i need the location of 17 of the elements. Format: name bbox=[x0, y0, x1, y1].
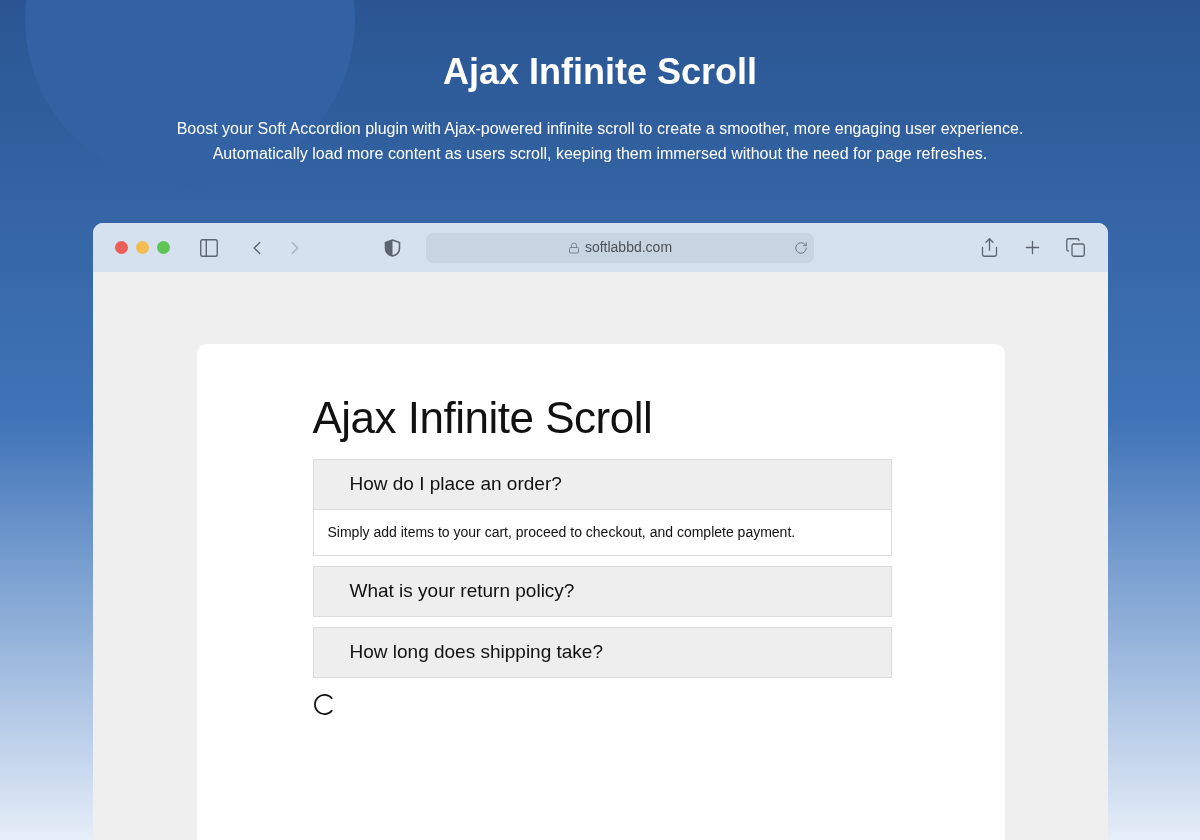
accordion-header[interactable]: What is your return policy? bbox=[312, 566, 892, 617]
accordion-header[interactable]: How long does shipping take? bbox=[312, 627, 892, 678]
share-icon[interactable] bbox=[979, 237, 1000, 258]
hero-title: Ajax Infinite Scroll bbox=[442, 50, 758, 94]
accordion-header[interactable]: How do I place an order? bbox=[312, 459, 892, 510]
lock-icon bbox=[567, 241, 580, 254]
hero-description: Boost your Soft Accordion plugin with Ajax-powered infinite scroll to create a smoother, more engaging user experience. bbox=[176, 119, 1024, 139]
accordion-answer: Simply add items to your cart, proceed to checkout, and complete payment. bbox=[312, 510, 892, 556]
address-text: softlabbd.com bbox=[584, 238, 673, 257]
shield-icon[interactable] bbox=[384, 238, 401, 257]
address-bar[interactable]: softlabbd.com bbox=[426, 232, 814, 263]
reload-icon[interactable] bbox=[794, 240, 808, 255]
sidebar-icon[interactable] bbox=[198, 236, 220, 259]
close-window-icon[interactable] bbox=[115, 241, 128, 254]
page-title: Ajax Infinite Scroll bbox=[312, 392, 654, 444]
hero-description: Automatically load more content as users scroll, keeping them immersed without the need for page refreshes. bbox=[212, 144, 988, 164]
tabs-overview-icon[interactable] bbox=[1065, 237, 1086, 258]
